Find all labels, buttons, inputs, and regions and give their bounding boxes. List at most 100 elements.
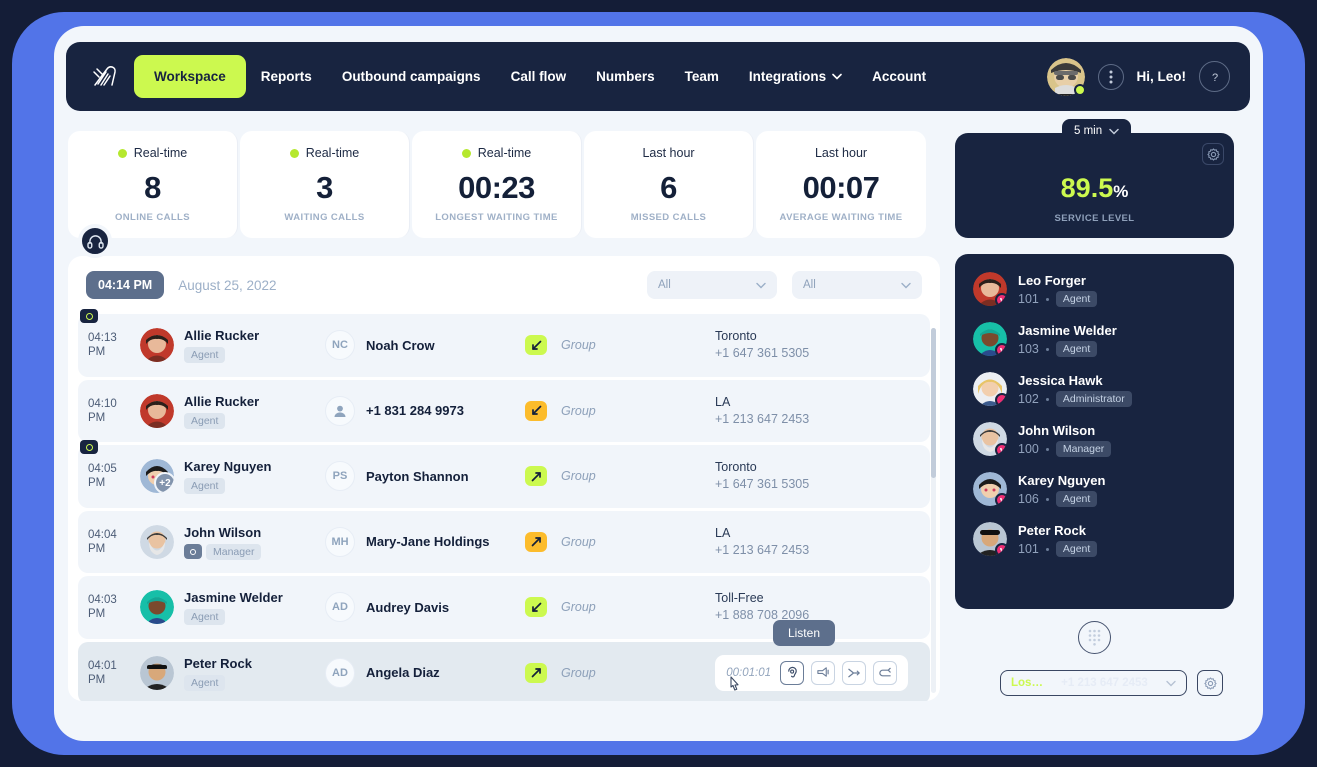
inbound-call-icon: [525, 400, 547, 421]
agent-name: Jasmine Welder: [1018, 323, 1117, 338]
agent-role-tag: Administrator: [1055, 391, 1132, 407]
row-contact: MH Mary-Jane Holdings: [325, 526, 525, 557]
agent-role-tag: Manager: [1055, 441, 1112, 457]
whisper-icon[interactable]: [811, 660, 835, 685]
service-level-number: 89.5: [1060, 173, 1114, 203]
caller-id-location: Los…: [1011, 677, 1043, 689]
kpi-cards: Real-time 8 ONLINE CALLS Real-time 3 WAI…: [68, 131, 926, 238]
kpi-label: WAITING CALLS: [284, 212, 365, 223]
chevron-down-icon: [1109, 128, 1119, 135]
user-avatar[interactable]: [1046, 57, 1086, 96]
listen-icon[interactable]: [780, 660, 804, 685]
nav-item-reports[interactable]: Reports: [246, 58, 327, 95]
nav-item-outbound-campaigns[interactable]: Outbound campaigns: [327, 58, 496, 95]
filter-select-right[interactable]: All: [792, 271, 922, 299]
caller-id-number: +1 213 647 2453: [1061, 677, 1148, 689]
line-number: +1 213 647 2453: [715, 411, 810, 426]
row-line: LA +1 213 647 2453: [715, 525, 809, 559]
recording-icon: [80, 309, 98, 323]
caller-id-select[interactable]: Los… +1 213 647 2453: [1000, 670, 1187, 696]
row-agent: Allie Rucker Agent: [140, 327, 325, 364]
list-item[interactable]: Jasmine Welder 103 Agent: [973, 322, 1216, 357]
transfer-icon[interactable]: [842, 660, 866, 685]
brand-logo[interactable]: [82, 57, 128, 97]
top-navbar: Workspace Reports Outbound campaigns Cal…: [66, 42, 1250, 111]
inbound-call-icon: [525, 597, 547, 618]
agent-role-tag: Agent: [1055, 291, 1098, 307]
takeover-icon[interactable]: [873, 660, 897, 685]
row-contact: NC Noah Crow: [325, 330, 525, 361]
more-options-icon[interactable]: [1097, 63, 1124, 90]
row-direction: Group: [525, 531, 715, 552]
agent-role-tag: Agent: [1055, 541, 1098, 557]
headset-icon[interactable]: [78, 224, 112, 258]
nav-item-call-flow[interactable]: Call flow: [496, 58, 582, 95]
list-item[interactable]: Leo Forger 101 Agent: [973, 272, 1216, 307]
person-icon: [325, 395, 355, 426]
agent-name: Allie Rucker: [184, 393, 260, 409]
realtime-dot-icon: [289, 148, 299, 158]
nav-item-workspace[interactable]: Workspace: [134, 55, 246, 98]
contact-name: Mary-Jane Holdings: [366, 534, 490, 550]
nav-item-account[interactable]: Account: [857, 58, 941, 95]
row-agent: +2 Karey Nguyen Agent: [140, 458, 325, 495]
row-agent: Jasmine Welder Agent: [140, 589, 325, 626]
chevron-down-icon: [756, 282, 766, 289]
group-label: Group: [561, 403, 596, 418]
gear-icon[interactable]: [1197, 670, 1223, 696]
help-icon[interactable]: ?: [1199, 61, 1230, 92]
nav-item-numbers[interactable]: Numbers: [581, 58, 670, 95]
row-time: 04:05 PM: [88, 463, 117, 490]
list-item[interactable]: Peter Rock 101 Agent: [973, 522, 1216, 557]
avatar: [973, 472, 1007, 506]
list-item[interactable]: John Wilson 100 Manager: [973, 422, 1216, 457]
agent-role-tag: Agent: [184, 347, 226, 364]
nav-label: Account: [872, 69, 927, 84]
list-item[interactable]: Karey Nguyen 106 Agent: [973, 472, 1216, 507]
dialpad-icon[interactable]: [1078, 621, 1111, 654]
table-row[interactable]: 04:05 PM +2 Karey Nguyen Agent PS Payton…: [78, 440, 930, 508]
kpi-card-online-calls: Real-time 8 ONLINE CALLS: [68, 131, 238, 238]
contact-name: Audrey Davis: [366, 599, 450, 615]
period-label: 5 min: [1074, 125, 1103, 137]
contact-name: Angela Diaz: [366, 665, 440, 681]
avatar: [973, 422, 1007, 456]
filter-select-left[interactable]: All: [647, 271, 777, 299]
row-time: 04:04 PM: [88, 528, 117, 555]
nav-label: Numbers: [596, 69, 655, 84]
user-greeting: Hi, Leo!: [1136, 69, 1187, 84]
service-level-period-selector[interactable]: 5 min: [1062, 119, 1132, 143]
group-label: Group: [561, 534, 596, 549]
table-row[interactable]: 04:13 PM Allie Rucker Agent NC Noah Crow…: [78, 309, 930, 377]
mouse-cursor: [727, 674, 744, 696]
row-line: Toronto +1 647 361 5305: [715, 328, 809, 362]
avatar: [973, 272, 1007, 306]
live-calls-panel: 04:14 PM August 25, 2022 All All 04:13 P…: [68, 256, 940, 701]
group-label: Group: [561, 338, 596, 353]
row-contact: AD Angela Diaz: [325, 657, 525, 688]
chevron-down-icon: [1166, 680, 1176, 687]
nav-item-team[interactable]: Team: [670, 58, 734, 95]
table-row[interactable]: 04:01 PM Peter Rock Agent AD Angela Diaz…: [78, 619, 930, 701]
line-number: +1 647 361 5305: [715, 477, 810, 492]
table-row[interactable]: 04:04 PM John Wilson Manager MH Mary-Jan…: [78, 510, 930, 573]
row-direction: Group: [525, 466, 715, 487]
status-dot-online: [1073, 83, 1086, 96]
contact-initials: MH: [325, 526, 355, 557]
row-time: 04:13 PM: [88, 332, 117, 359]
phone-status-icon: [995, 293, 1007, 306]
additional-participants-badge: +2: [154, 472, 174, 494]
kpi-period: Real-time: [133, 146, 188, 160]
service-level-label: SERVICE LEVEL: [1054, 213, 1135, 224]
table-row[interactable]: 04:10 PM Allie Rucker Agent +1 831 284 9…: [78, 379, 930, 442]
nav-item-integrations[interactable]: Integrations: [734, 58, 857, 95]
scrollbar-thumb[interactable]: [931, 328, 936, 478]
kpi-label: ONLINE CALLS: [115, 212, 190, 223]
agent-name: John Wilson: [184, 524, 262, 540]
list-item[interactable]: Jessica Hawk 102 Administrator: [973, 372, 1216, 407]
contact-initials: AD: [325, 657, 355, 688]
phone-status-icon: [995, 443, 1007, 456]
filter-left-value: All: [658, 279, 671, 291]
gear-icon[interactable]: [1202, 143, 1224, 165]
agent-name: John Wilson: [1018, 423, 1096, 438]
